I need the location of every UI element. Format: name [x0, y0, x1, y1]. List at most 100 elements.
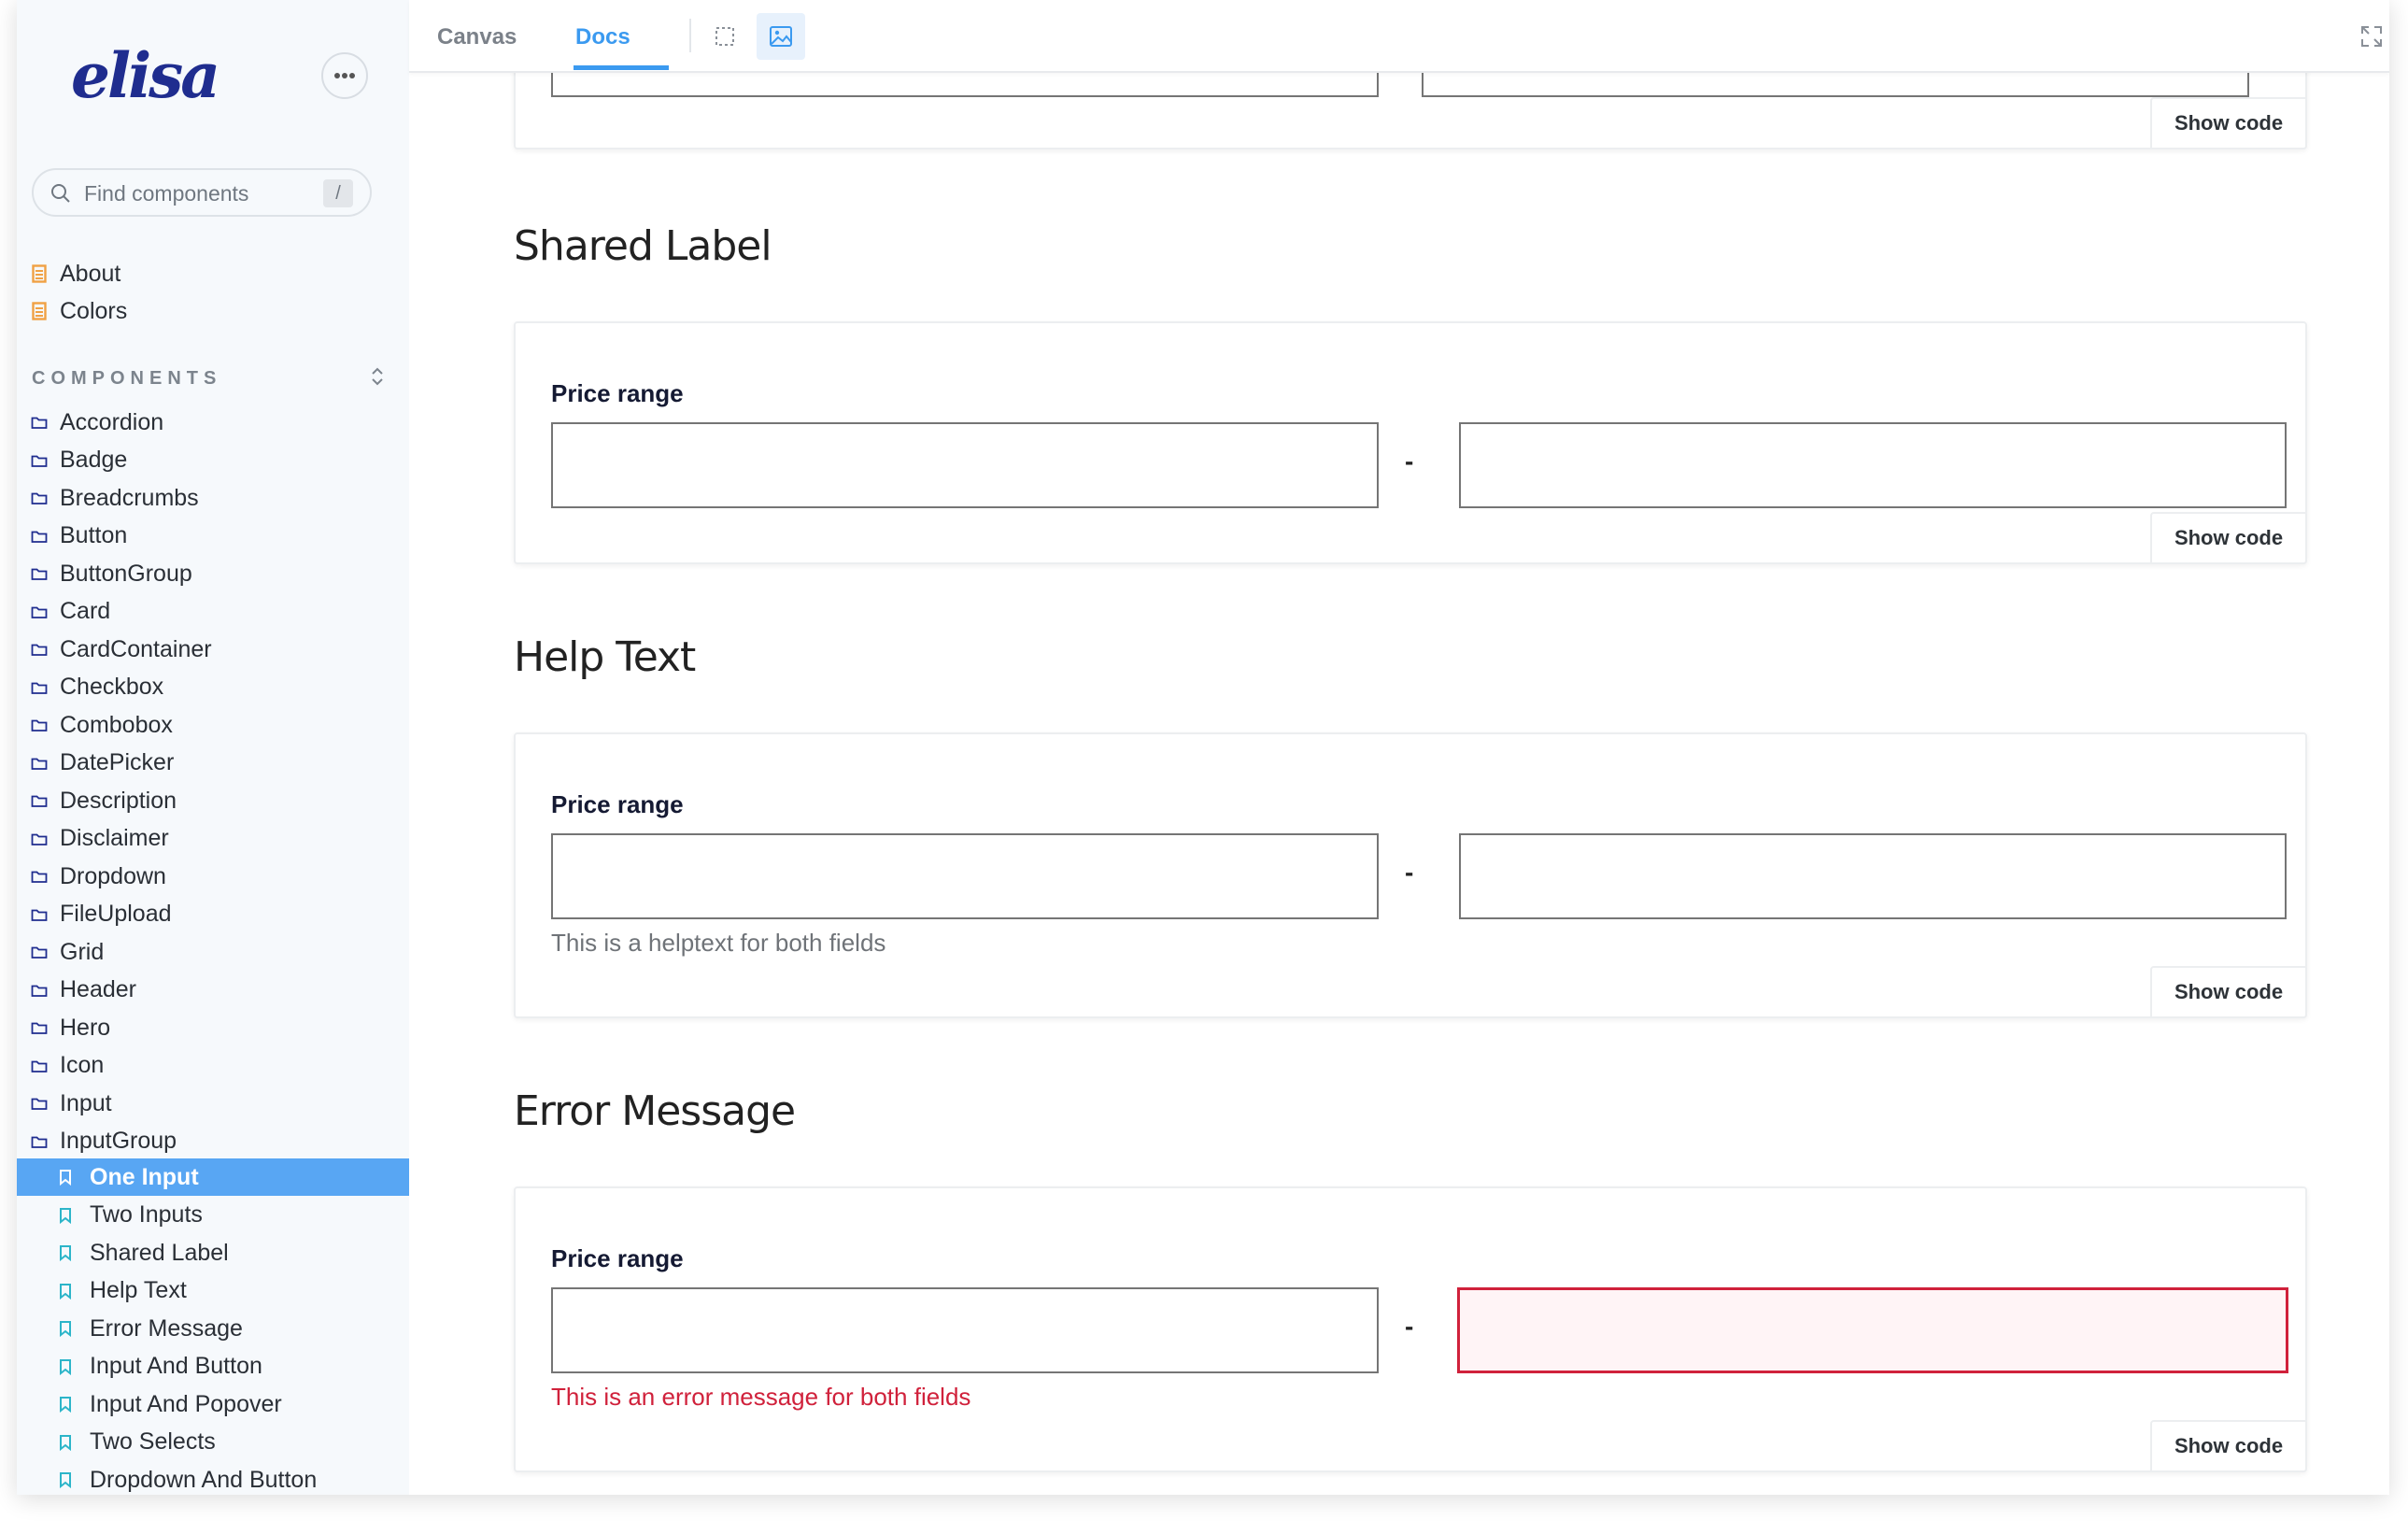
story-item-input-and-button[interactable]: Input And Button [17, 1348, 409, 1385]
search-icon [51, 184, 70, 203]
price-min-input[interactable] [551, 422, 1379, 508]
bookmark-icon [58, 1244, 73, 1261]
folder-icon [30, 869, 49, 884]
sidebar-item-card[interactable]: Card [30, 593, 110, 631]
sidebar-item-label: About [60, 260, 121, 287]
bookmark-icon [58, 1396, 73, 1413]
story-item-help-text[interactable]: Help Text [17, 1272, 409, 1310]
image-icon [770, 26, 792, 47]
story-label: Input And Popover [90, 1390, 282, 1417]
sidebar-item-hero[interactable]: Hero [30, 1009, 110, 1046]
story-label: Error Message [90, 1314, 243, 1342]
sidebar-item-breadcrumbs[interactable]: Breadcrumbs [30, 479, 199, 517]
sidebar-item-dropdown[interactable]: Dropdown [30, 858, 166, 895]
storybook-window: elisa Find components / About Colors COM… [17, 0, 2389, 1495]
sidebar-item-combobox[interactable]: Combobox [30, 706, 173, 744]
sidebar-item-cardcontainer[interactable]: CardContainer [30, 631, 212, 668]
sidebar-item-buttongroup[interactable]: ButtonGroup [30, 555, 192, 592]
sidebar-item-badge[interactable]: Badge [30, 442, 127, 479]
story-item-dropdown-and-button[interactable]: Dropdown And Button [17, 1461, 409, 1495]
sidebar-item-label: CardContainer [60, 635, 212, 662]
sidebar-item-accordion[interactable]: Accordion [30, 404, 163, 441]
show-code-button[interactable]: Show code [2150, 97, 2307, 149]
bookmark-icon [58, 1207, 73, 1224]
folder-icon [30, 756, 49, 771]
sidebar-item-label: DatePicker [60, 749, 175, 775]
tab-docs[interactable]: Docs [575, 0, 630, 71]
preview-block: Price range - This is a helptext for bot… [514, 732, 2307, 1018]
folder-icon [30, 1134, 49, 1149]
more-options-button[interactable] [321, 52, 368, 99]
sidebar-item-label: Breadcrumbs [60, 484, 199, 511]
story-item-error-message[interactable]: Error Message [17, 1310, 409, 1347]
sidebar-item-label: Dropdown [60, 862, 166, 889]
field-label: Price range [551, 379, 684, 407]
sidebar-item-fileupload[interactable]: FileUpload [30, 896, 172, 933]
main-panel: Show code Shared Label Price range - Sho… [409, 0, 2389, 1495]
ellipsis-icon [334, 73, 355, 78]
story-label: Two Selects [90, 1428, 216, 1455]
sidebar-item-header[interactable]: Header [30, 972, 136, 1009]
folder-icon [30, 1058, 49, 1073]
section-label: COMPONENTS [32, 368, 222, 389]
folder-icon [30, 604, 49, 619]
show-code-button[interactable]: Show code [2150, 1420, 2307, 1472]
sidebar-item-label: Badge [60, 447, 128, 473]
sidebar-item-icon[interactable]: Icon [30, 1047, 104, 1085]
sidebar-item-label: Combobox [60, 711, 173, 738]
story-label: Shared Label [90, 1239, 229, 1266]
folder-icon [30, 793, 49, 808]
folder-icon [30, 983, 49, 998]
story-item-two-inputs[interactable]: Two Inputs [17, 1197, 409, 1234]
toolbar-divider [689, 19, 691, 52]
sidebar-item-about[interactable]: About [30, 255, 120, 292]
story-item-two-selects[interactable]: Two Selects [17, 1424, 409, 1461]
tab-canvas[interactable]: Canvas [437, 0, 517, 71]
preview-block: Price range - This is an error message f… [514, 1186, 2307, 1472]
price-max-input-error[interactable] [1457, 1287, 2288, 1373]
sidebar-item-description[interactable]: Description [30, 782, 177, 819]
sidebar-item-datepicker[interactable]: DatePicker [30, 745, 174, 782]
sidebar-item-disclaimer[interactable]: Disclaimer [30, 820, 169, 858]
price-max-input[interactable] [1459, 833, 2287, 919]
story-label: Input And Button [90, 1353, 262, 1379]
story-item-shared-label[interactable]: Shared Label [17, 1234, 409, 1271]
expand-icon[interactable] [2359, 24, 2384, 49]
sidebar-item-button[interactable]: Button [30, 518, 127, 555]
sidebar-item-input[interactable]: Input [30, 1085, 112, 1122]
collapse-toggle-icon[interactable] [370, 364, 385, 389]
show-code-button[interactable]: Show code [2150, 512, 2307, 564]
field-label: Price range [551, 790, 684, 818]
sidebar-item-label: Button [60, 522, 128, 548]
background-toggle-button[interactable] [757, 13, 805, 60]
show-code-button[interactable]: Show code [2150, 966, 2307, 1018]
range-separator: - [1405, 1312, 1414, 1341]
docs-content: Show code Shared Label Price range - Sho… [409, 0, 2389, 1495]
active-tab-indicator [574, 65, 669, 70]
components-section-header[interactable]: COMPONENTS [32, 364, 394, 392]
outline-toggle-button[interactable] [701, 13, 749, 60]
elisa-logo[interactable]: elisa [65, 37, 252, 121]
document-icon [30, 302, 49, 320]
section-heading: Error Message [514, 1087, 796, 1135]
range-separator: - [1405, 858, 1414, 887]
sidebar-item-checkbox[interactable]: Checkbox [30, 669, 163, 706]
story-item-one-input[interactable]: One Input [17, 1158, 409, 1196]
search-input[interactable]: Find components [84, 181, 248, 206]
component-search[interactable]: Find components / [32, 168, 372, 217]
story-item-input-and-popover[interactable]: Input And Popover [17, 1385, 409, 1423]
folder-icon [30, 453, 49, 468]
sidebar-item-grid[interactable]: Grid [30, 933, 104, 971]
sidebar-item-inputgroup[interactable]: InputGroup [30, 1123, 177, 1160]
price-max-input[interactable] [1459, 422, 2287, 508]
sidebar-item-label: ButtonGroup [60, 560, 192, 587]
story-label: Help Text [90, 1277, 187, 1303]
bookmark-icon [58, 1471, 73, 1488]
price-min-input[interactable] [551, 833, 1379, 919]
price-min-input[interactable] [551, 1287, 1379, 1373]
sidebar-item-colors[interactable]: Colors [30, 292, 127, 330]
folder-icon [30, 490, 49, 505]
sidebar-item-label: Colors [60, 297, 128, 324]
folder-icon [30, 1096, 49, 1111]
svg-text:elisa: elisa [71, 39, 218, 112]
